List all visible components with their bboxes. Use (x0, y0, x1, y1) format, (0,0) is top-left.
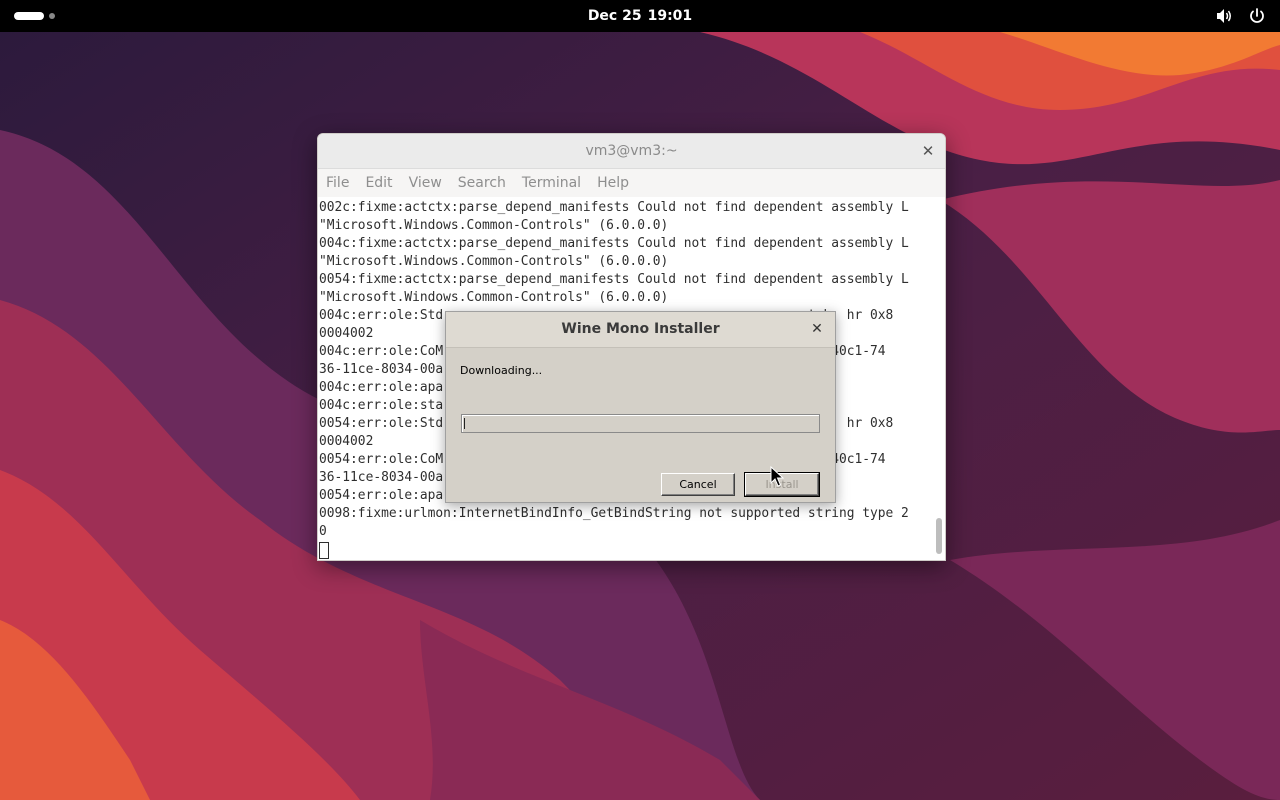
dialog-title: Wine Mono Installer (561, 321, 720, 337)
terminal-menubar: File Edit View Search Terminal Help (318, 169, 945, 197)
terminal-line: "Microsoft.Windows.Common-Controls" (6.0… (319, 218, 669, 233)
menu-file[interactable]: File (318, 169, 357, 197)
cancel-button[interactable]: Cancel (661, 473, 735, 496)
close-icon[interactable]: ✕ (809, 321, 825, 337)
terminal-cursor (319, 542, 329, 559)
terminal-scrollbar[interactable] (936, 518, 942, 554)
terminal-prompt-line (318, 541, 933, 559)
download-status-text: Downloading... (460, 364, 543, 377)
clock-time: 19:01 (647, 8, 693, 24)
clock-date: Dec 25 (587, 8, 642, 24)
terminal-line: 004c:fixme:actctx:parse_depend_manifests… (319, 236, 909, 251)
menu-search[interactable]: Search (450, 169, 514, 197)
top-bar: Dec 25 19:01 (0, 0, 1280, 32)
download-progress-bar (461, 414, 820, 433)
terminal-line: 0098:fixme:urlmon:InternetBindInfo_GetBi… (319, 506, 909, 521)
terminal-line: 0054:fixme:actctx:parse_depend_manifests… (319, 272, 909, 287)
terminal-title: vm3@vm3:~ (585, 143, 678, 159)
menu-help[interactable]: Help (589, 169, 637, 197)
volume-icon[interactable] (1215, 7, 1233, 25)
progress-focus-caret (464, 418, 465, 429)
menu-edit[interactable]: Edit (357, 169, 400, 197)
terminal-line: "Microsoft.Windows.Common-Controls" (6.0… (319, 254, 669, 269)
close-icon[interactable]: ✕ (919, 142, 937, 160)
system-tray[interactable] (1205, 7, 1266, 25)
power-icon[interactable] (1248, 7, 1266, 25)
mouse-pointer-icon (770, 466, 784, 487)
terminal-line: "Microsoft.Windows.Common-Controls" (6.0… (319, 290, 669, 305)
dialog-titlebar[interactable]: Wine Mono Installer ✕ (446, 312, 835, 348)
terminal-titlebar[interactable]: vm3@vm3:~ ✕ (318, 134, 945, 169)
terminal-line: 002c:fixme:actctx:parse_depend_manifests… (319, 200, 909, 215)
terminal-line: 0 (319, 524, 327, 539)
menu-terminal[interactable]: Terminal (514, 169, 589, 197)
menu-view[interactable]: View (401, 169, 450, 197)
clock[interactable]: Dec 25 19:01 (0, 0, 1280, 32)
